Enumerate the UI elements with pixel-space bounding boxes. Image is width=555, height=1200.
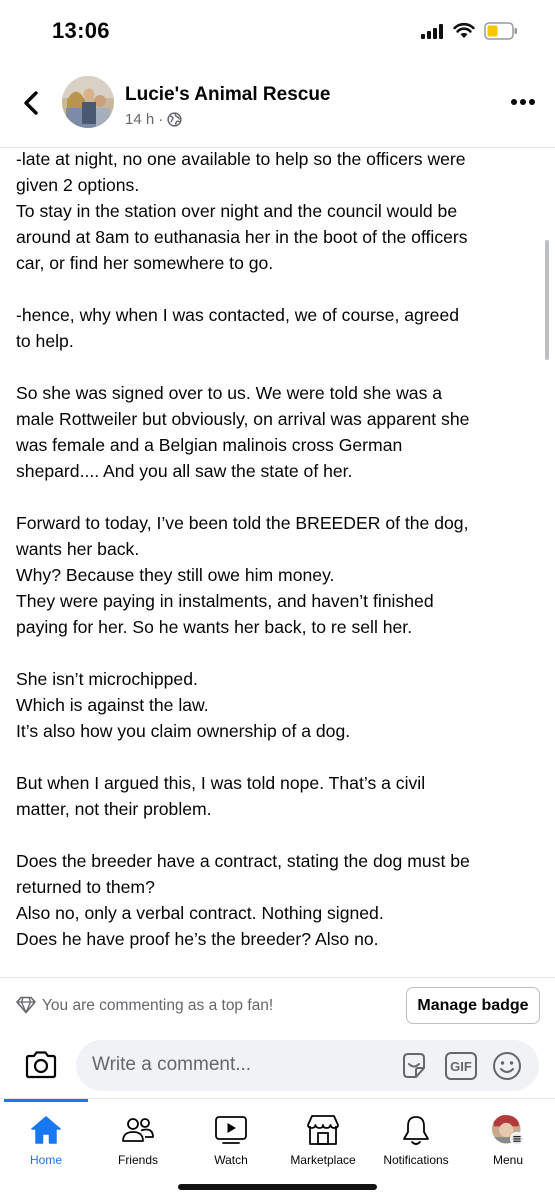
nav-watch[interactable]: Watch [185,1107,277,1171]
active-tab-indicator [4,1099,88,1102]
post-line: To stay in the station over night and th… [16,201,458,221]
post-line: So she was signed over to us. We were to… [16,383,443,403]
nav-home[interactable]: Home [0,1107,92,1171]
avatar-photo [62,76,114,128]
post-paragraph: -late at night, no one available to help… [16,146,541,276]
page-avatar[interactable] [62,76,114,128]
sticker-icon[interactable] [398,1050,430,1082]
dot-icon [511,99,517,105]
post-paragraph: So she was signed over to us. We were to… [16,380,541,484]
post-meta: 14 h · [125,111,182,128]
battery-icon [484,22,517,40]
back-button[interactable] [18,88,44,118]
emoji-icon[interactable] [492,1051,522,1081]
post-line: paying for her. So he wants her back, to… [16,617,413,637]
wifi-icon [453,22,475,38]
post-line: -hence, why when I was contacted, we of … [16,305,460,325]
post-line: Forward to today, I’ve been told the BRE… [16,513,469,533]
post-line: Which is against the law. [16,695,209,715]
post-line: Also no, only a verbal contract. Nothing… [16,903,384,923]
home-indicator[interactable] [178,1184,377,1190]
post-time[interactable]: 14 h [125,111,154,128]
comment-placeholder: Write a comment... [92,1054,252,1075]
comment-input[interactable]: Write a comment... GIF [76,1040,539,1091]
profile-avatar-icon [491,1114,524,1146]
post-paragraph: But when I argued this, I was told nope.… [16,770,541,822]
post-line: matter, not their problem. [16,799,212,819]
watch-video-icon [215,1116,247,1144]
divider [0,977,555,978]
post-header: Lucie's Animal Rescue 14 h · [0,62,555,148]
post-paragraph: She isn’t microchipped. Which is against… [16,666,541,744]
post-line: wants her back. [16,539,140,559]
nav-notifications[interactable]: Notifications [370,1107,462,1171]
nav-marketplace[interactable]: Marketplace [277,1107,369,1171]
home-icon [31,1116,61,1144]
post-paragraph: Forward to today, I’ve been told the BRE… [16,510,541,640]
post-line: But when I argued this, I was told nope.… [16,773,426,793]
nav-friends-label: Friends [117,1153,158,1167]
nav-watch-label: Watch [214,1153,248,1167]
post-line: shepard.... And you all saw the state of… [16,461,353,481]
dot-icon [529,99,535,105]
post-paragraph: Does the breeder have a contract, statin… [16,848,541,952]
post-line: male Rottweiler but obviously, on arriva… [16,409,470,429]
page-name[interactable]: Lucie's Animal Rescue [125,84,331,106]
meta-separator: · [158,111,164,128]
marketplace-icon [307,1115,339,1145]
post-line: returned to them? [16,877,155,897]
friends-icon [122,1118,154,1142]
post-line: -late at night, no one available to help… [16,149,466,169]
globe-icon [167,112,182,127]
bell-icon [403,1116,429,1145]
post-line: was female and a Belgian malinois cross … [16,435,403,455]
nav-home-label: Home [29,1153,62,1167]
nav-marketplace-label: Marketplace [290,1153,356,1167]
nav-friends[interactable]: Friends [92,1107,184,1171]
post-paragraph: -hence, why when I was contacted, we of … [16,302,541,354]
post-line: Does he have proof he’s the breeder? Als… [16,929,379,949]
comment-composer: Write a comment... GIF [0,1038,555,1094]
nav-notifications-label: Notifications [383,1153,449,1167]
post-line: Does the breeder have a contract, statin… [16,851,470,871]
cellular-signal-icon [421,24,445,39]
screen: 13:06 Lucie's Animal Rescue 14 h · -late… [0,0,555,1200]
manage-badge-button[interactable]: Manage badge [406,987,540,1024]
status-time: 13:06 [52,18,110,43]
nav-menu-label: Menu [492,1153,524,1167]
chevron-left-icon [24,91,38,115]
more-options-button[interactable] [511,98,535,106]
camera-icon[interactable] [24,1050,58,1080]
gif-button[interactable]: GIF [445,1052,477,1080]
top-fan-row: You are commenting as a top fan! Manage … [0,986,555,1026]
diamond-icon [16,996,36,1014]
scrollbar-thumb[interactable] [545,240,549,360]
post-line: given 2 options. [16,175,140,195]
nav-menu[interactable]: Menu [462,1107,554,1171]
post-line: It’s also how you claim ownership of a d… [16,721,351,741]
post-line: car, or find her somewhere to go. [16,253,274,273]
post-line: around at 8am to euthanasia her in the b… [16,227,468,247]
post-line: They were paying in instalments, and hav… [16,591,434,611]
post-line: to help. [16,331,74,351]
top-fan-text: You are commenting as a top fan! [42,997,274,1014]
dot-icon [520,99,526,105]
post-line: Why? Because they still owe him money. [16,565,335,585]
post-body: -late at night, no one available to help… [16,146,541,976]
status-bar: 13:06 [0,0,555,62]
post-line: She isn’t microchipped. [16,669,198,689]
